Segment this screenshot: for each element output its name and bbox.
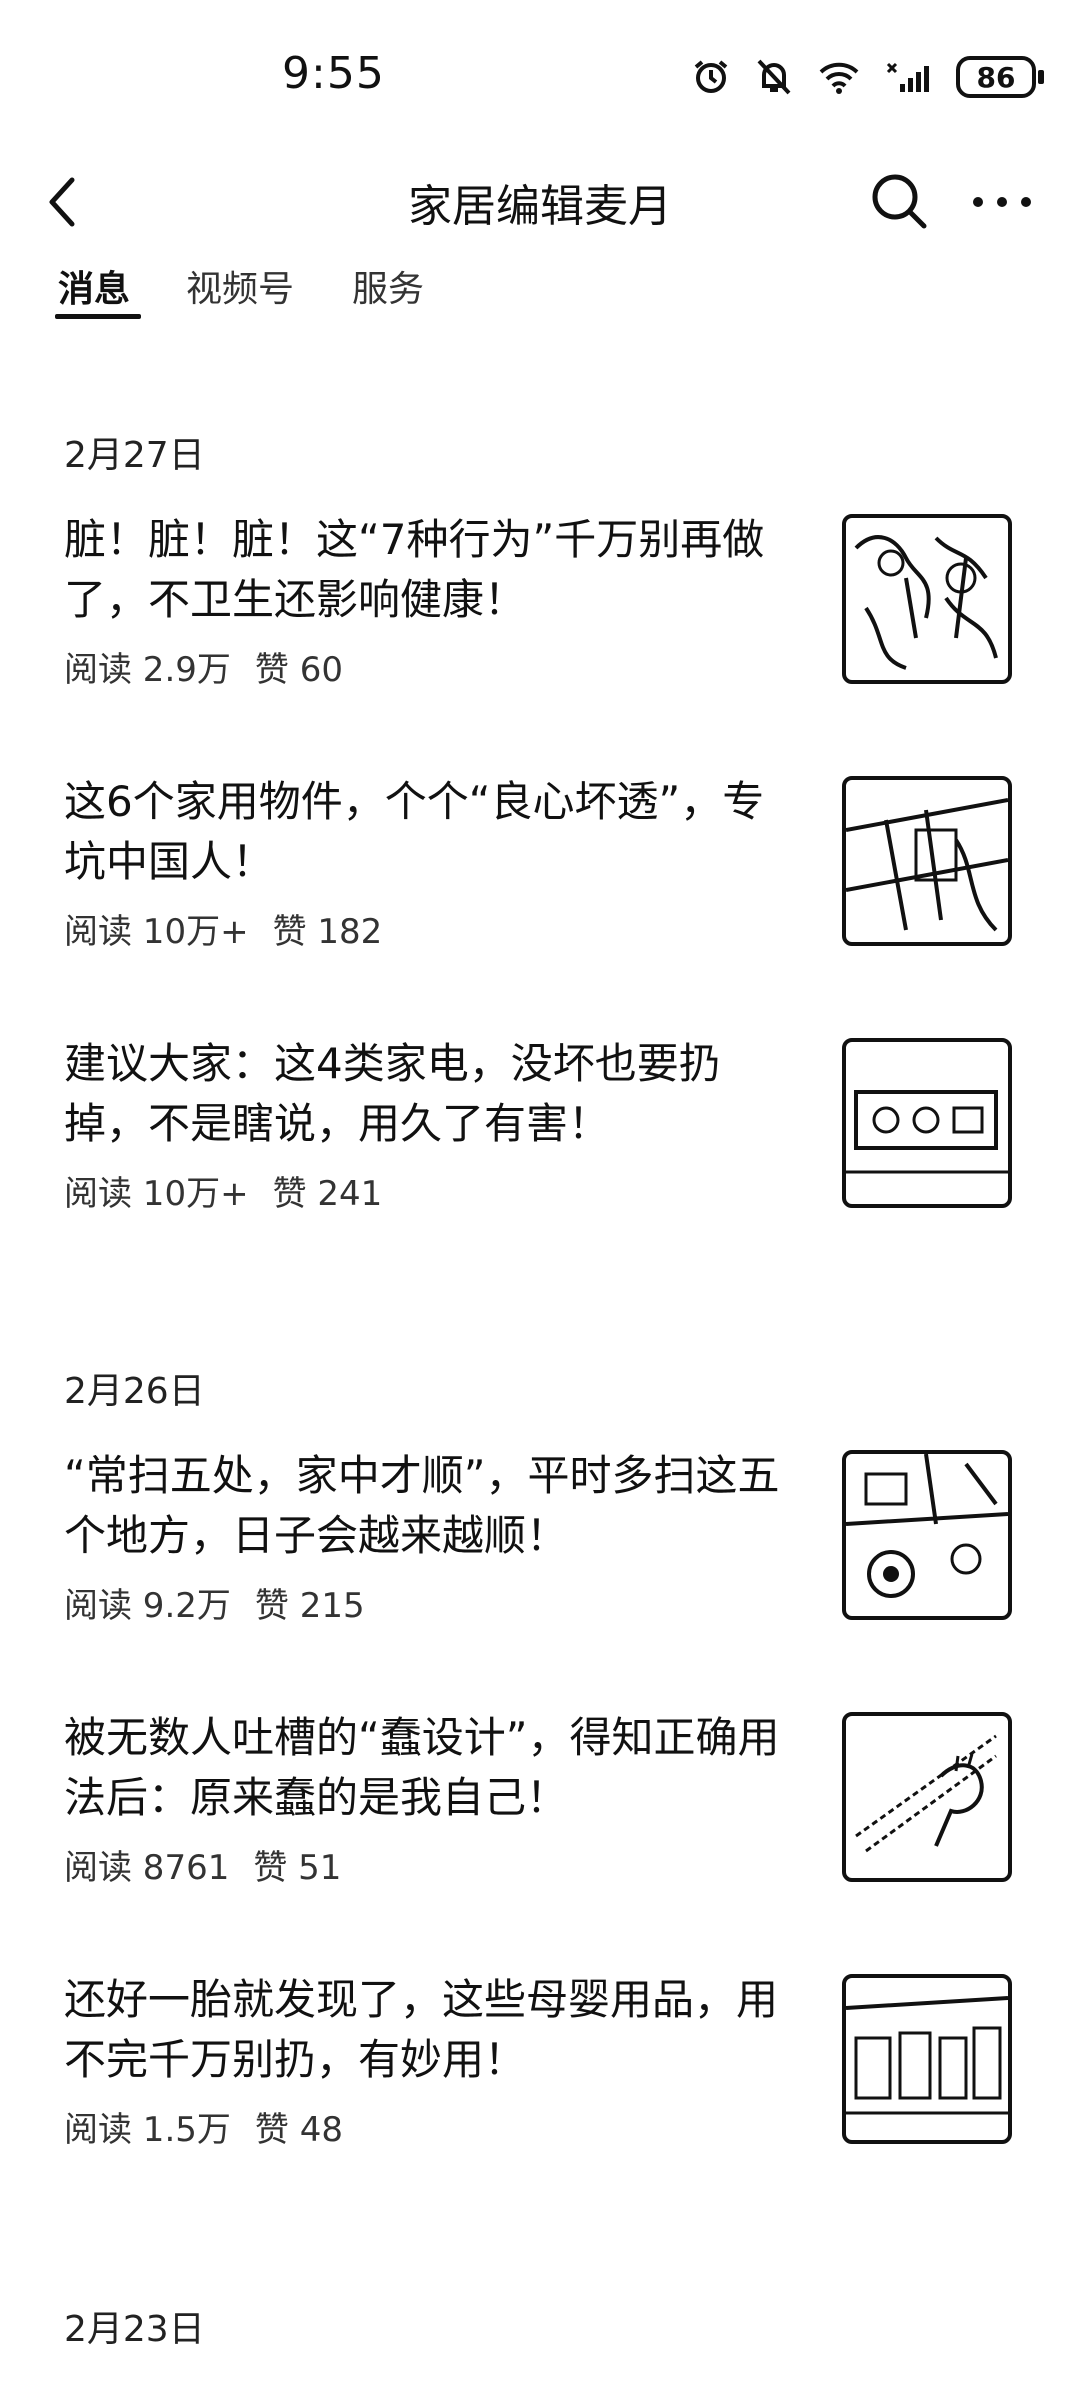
article-card[interactable]: “常扫五处，家中才顺”，平时多扫这五个地方，日子会越来越顺！ 阅读 9.2万赞 …: [0, 1446, 1080, 1646]
read-count: 阅读 1.5万: [64, 2110, 231, 2150]
article-meta: 阅读 9.2万赞 215: [64, 1578, 389, 1627]
more-options-icon[interactable]: [966, 172, 1038, 232]
article-title[interactable]: 脏！脏！脏！这“7种行为”千万别再做了，不卫生还影响健康！: [64, 510, 804, 630]
article-card[interactable]: 被无数人吐槽的“蠢设计”，得知正确用法后：原来蠢的是我自己！ 阅读 8761 赞 …: [0, 1708, 1080, 1908]
search-icon[interactable]: [868, 170, 930, 232]
like-count: 赞 60: [254, 650, 343, 690]
like-count: 赞 215: [254, 1586, 365, 1626]
top-app-bar: 家居编辑麦月: [0, 150, 1080, 260]
power-socket-photo-thumbnail[interactable]: [842, 1038, 1012, 1208]
status-icons: 86: [692, 56, 1044, 98]
alarm-icon: [694, 60, 728, 93]
article-card[interactable]: 还好一胎就发现了，这些母婴用品，用不完千万别扔，有妙用！ 阅读 1.5万赞 48: [0, 1970, 1080, 2170]
crowd-photo-thumbnail[interactable]: [842, 514, 1012, 684]
like-count: 赞 241: [272, 1174, 383, 1214]
date-header: 2月26日: [64, 1371, 205, 1412]
tab-bar: 消息 视频号 服务: [0, 258, 1080, 328]
article-meta: 阅读 2.9万赞 60: [64, 642, 367, 691]
tab-services[interactable]: 服务: [352, 260, 424, 312]
read-count: 阅读 2.9万: [64, 650, 231, 690]
article-meta: 阅读 1.5万赞 48: [64, 2102, 367, 2151]
like-count: 赞 182: [272, 912, 383, 952]
article-meta: 阅读 10万+ 赞 182: [64, 904, 406, 953]
article-card[interactable]: 建议大家：这4类家电，没坏也要扔掉，不是瞎说，用久了有害！ 阅读 10万+ 赞 2…: [0, 1034, 1080, 1234]
hand-gesture-photo-thumbnail[interactable]: [842, 1712, 1012, 1882]
article-title[interactable]: 这6个家用物件，个个“良心坏透”，专坑中国人！: [64, 772, 804, 892]
storage-room-photo-thumbnail[interactable]: [842, 1974, 1012, 2144]
read-count: 阅读 9.2万: [64, 1586, 231, 1626]
signal-icon: [886, 62, 929, 92]
read-count: 阅读 10万+: [64, 912, 249, 952]
article-card[interactable]: 这6个家用物件，个个“良心坏透”，专坑中国人！ 阅读 10万+ 赞 182: [0, 772, 1080, 972]
household-items-photo-thumbnail[interactable]: [842, 776, 1012, 946]
article-title[interactable]: “常扫五处，家中才顺”，平时多扫这五个地方，日子会越来越顺！: [64, 1446, 804, 1566]
article-card[interactable]: 脏！脏！脏！这“7种行为”千万别再做了，不卫生还影响健康！ 阅读 2.9万赞 6…: [0, 510, 1080, 710]
mute-bell-icon: [757, 59, 791, 95]
tab-channels[interactable]: 视频号: [186, 260, 294, 312]
article-title[interactable]: 被无数人吐槽的“蠢设计”，得知正确用法后：原来蠢的是我自己！: [64, 1708, 804, 1828]
article-meta: 阅读 10万+ 赞 241: [64, 1166, 406, 1215]
status-time: 9:55: [282, 48, 385, 99]
battery-indicator: 86: [956, 56, 1044, 98]
article-title[interactable]: 还好一胎就发现了，这些母婴用品，用不完千万别扔，有妙用！: [64, 1970, 804, 2090]
read-count: 阅读 8761: [64, 1848, 230, 1888]
date-header: 2月23日: [64, 2309, 205, 2350]
wifi-icon: [819, 62, 859, 94]
date-header: 2月27日: [64, 435, 205, 476]
like-count: 赞 51: [253, 1848, 342, 1888]
tab-messages[interactable]: 消息: [58, 260, 130, 312]
status-bar: 9:55 86: [0, 0, 1080, 150]
kitchen-photo-thumbnail[interactable]: [842, 1450, 1012, 1620]
active-tab-indicator: [55, 314, 141, 319]
article-title[interactable]: 建议大家：这4类家电，没坏也要扔掉，不是瞎说，用久了有害！: [64, 1034, 804, 1154]
read-count: 阅读 10万+: [64, 1174, 249, 1214]
article-meta: 阅读 8761 赞 51: [64, 1840, 365, 1889]
like-count: 赞 48: [254, 2110, 343, 2150]
